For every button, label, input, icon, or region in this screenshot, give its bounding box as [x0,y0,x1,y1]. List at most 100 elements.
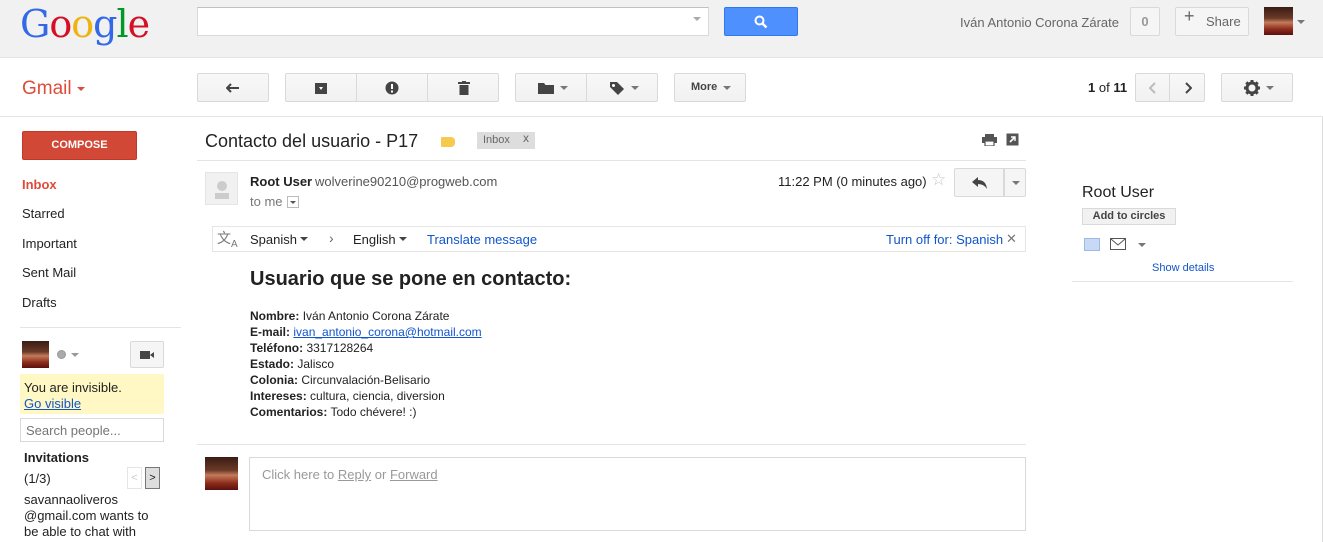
settings-button[interactable] [1221,73,1293,102]
reply-prefix: Click here to [262,467,335,482]
email-link[interactable]: ivan_antonio_corona@hotmail.com [293,325,481,339]
chevron-down-icon [560,86,568,90]
contact-actions-chevron-down-icon[interactable] [1138,243,1146,247]
video-chat-button[interactable] [130,341,164,368]
labels-button[interactable] [586,73,658,102]
contact-divider [1072,281,1293,282]
sidebar-item-sent-mail[interactable]: Sent Mail [22,265,76,280]
forward-link[interactable]: Forward [390,467,438,482]
field-value: Todo chévere! :) [330,405,417,419]
chat-avatar[interactable] [22,341,49,368]
field-value: Circunvalación-Belisario [301,373,431,387]
add-to-circles-button[interactable]: Add to circles [1082,208,1176,225]
archive-icon [315,83,327,94]
chevron-down-icon [631,86,639,90]
sender-avatar[interactable] [205,172,238,205]
remove-label-button[interactable]: x [523,131,529,145]
mail-icon[interactable] [1110,238,1126,250]
importance-marker-icon[interactable] [441,137,455,147]
subject-divider [197,160,1026,161]
reply-avatar [205,457,238,490]
account-chevron-down-icon[interactable] [1297,20,1305,24]
chevron-right-icon [1185,82,1192,94]
older-button[interactable] [1169,73,1205,102]
source-language-chevron-down-icon[interactable] [300,237,308,241]
pager-text: 1 of 11 [1088,80,1127,95]
invitations-heading: Invitations [24,450,90,465]
field-row: Comentarios: Todo chévere! :) [250,404,482,420]
chevron-left-icon [1149,82,1156,94]
back-arrow-icon [226,83,239,93]
close-icon[interactable]: ✕ [1006,231,1017,247]
account-avatar[interactable] [1264,7,1293,35]
reply-or: or [374,467,387,482]
reply-prompt[interactable]: Click here to Reply or Forward [262,467,438,482]
sidebar-item-starred[interactable]: Starred [22,206,65,221]
delete-button[interactable] [427,73,499,102]
google-logo[interactable]: Google [20,2,150,46]
contact-name: Root User [1082,184,1155,201]
default-user-icon [215,181,229,199]
source-language-select[interactable]: Spanish [250,232,297,247]
search-icon [754,15,768,29]
plus-icon: + [1184,6,1195,26]
report-spam-button[interactable] [356,73,428,102]
show-details-link[interactable]: Show details [1152,262,1214,274]
toolbar-divider [0,116,1323,117]
notification-count-button[interactable]: 0 [1130,7,1160,36]
gmail-chevron-down-icon[interactable] [77,87,85,91]
pager-separator: of [1098,80,1110,95]
field-row: Teléfono: 3317128264 [250,340,482,356]
reply-divider [197,444,1026,445]
sender-email: wolverine90210@progweb.com [315,174,498,189]
pager-current: 1 [1088,80,1096,95]
chat-status-icon[interactable] [57,350,66,359]
search-options-chevron-down-icon[interactable] [693,17,701,21]
gear-icon [1244,80,1260,96]
gmail-menu-label[interactable]: Gmail [22,78,72,100]
search-input[interactable] [197,7,709,36]
search-people-input[interactable] [20,418,164,442]
newer-button[interactable] [1135,73,1170,102]
reply-link[interactable]: Reply [338,467,371,482]
target-language-chevron-down-icon[interactable] [399,237,407,241]
sidebar-item-inbox[interactable]: Inbox [22,177,57,192]
field-label: Teléfono: [250,341,304,355]
body-fields: Nombre: Iván Antonio Corona Zárate E-mai… [250,308,482,420]
more-button[interactable]: More [674,73,746,102]
back-button[interactable] [197,73,269,102]
account-name[interactable]: Iván Antonio Corona Zárate [960,15,1119,30]
details-chevron-down-icon[interactable] [287,196,299,208]
star-icon[interactable]: ☆ [931,170,946,190]
sender-name[interactable]: Root User [250,174,312,189]
translate-icon: 文A [217,230,238,250]
archive-button[interactable] [285,73,357,102]
more-label: More [691,81,718,93]
body-heading: Usuario que se pone en contacto: [250,268,572,290]
invitation-next-button[interactable]: > [145,467,160,489]
label-tag-icon [610,82,624,95]
compose-button[interactable]: COMPOSE [22,131,137,160]
recipient-text: to me [250,194,283,209]
translate-message-link[interactable]: Translate message [427,232,537,247]
print-icon[interactable] [982,134,997,146]
message-timestamp: 11:22 PM (0 minutes ago) [778,174,927,189]
reply-button[interactable] [954,168,1004,197]
google-plus-icon[interactable] [1084,238,1100,251]
invitation-prev-button[interactable]: < [127,467,142,489]
reply-options-button[interactable] [1004,168,1026,197]
field-value: 3317128264 [306,341,374,355]
chat-status-chevron-down-icon[interactable] [71,353,79,357]
field-label: Nombre: [250,309,300,323]
target-language-select[interactable]: English [353,232,396,247]
sidebar-item-important[interactable]: Important [22,236,77,251]
search-button[interactable] [724,7,798,36]
go-visible-link[interactable]: Go visible [24,396,81,411]
turn-off-translation-link[interactable]: Turn off for: Spanish [886,232,1003,247]
field-label: Colonia: [250,373,298,387]
sidebar-item-drafts[interactable]: Drafts [22,295,57,310]
video-camera-icon [140,351,154,359]
new-window-icon[interactable] [1006,133,1019,146]
field-row: Estado: Jalisco [250,356,482,372]
move-to-button[interactable] [515,73,587,102]
